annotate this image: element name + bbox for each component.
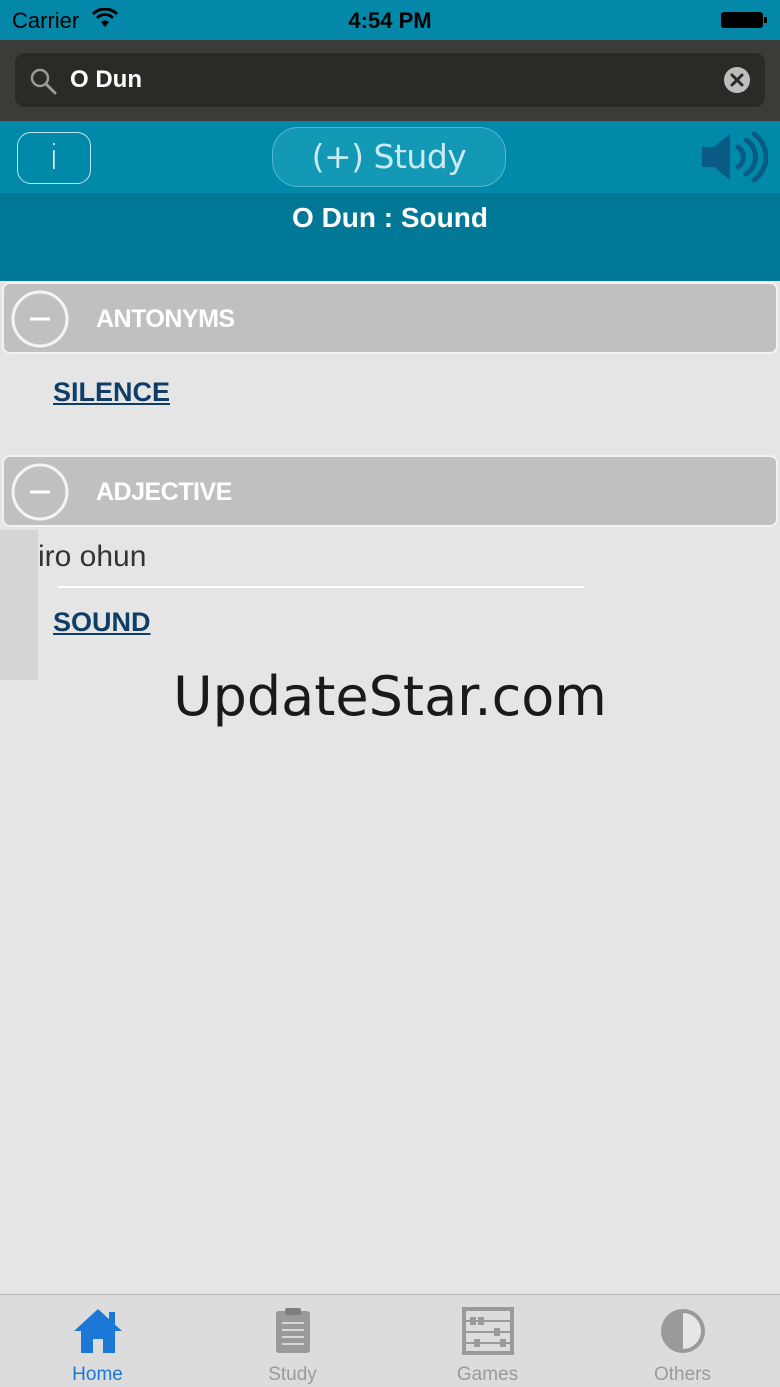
status-bar: Carrier 4:54 PM: [0, 0, 780, 40]
section-header-adjective[interactable]: ADJECTIVE: [2, 455, 778, 527]
clipboard-icon: [276, 1308, 310, 1353]
search-icon: [30, 68, 57, 95]
search-query[interactable]: O Dun: [70, 66, 142, 94]
tab-label: Study: [268, 1364, 317, 1385]
page-title: O Dun : Sound: [292, 202, 488, 233]
search-bar: O Dun: [0, 40, 780, 121]
watermark: UpdateStar.com: [173, 665, 607, 728]
speaker-icon[interactable]: [700, 131, 768, 183]
section-header-antonyms[interactable]: ANTONYMS: [2, 282, 778, 354]
tab-others[interactable]: Others: [585, 1295, 780, 1387]
collapse-icon[interactable]: [11, 463, 69, 521]
clock: 4:54 PM: [348, 8, 432, 33]
tab-study[interactable]: Study: [195, 1295, 390, 1387]
add-study-plan-button[interactable]: (+) Study Plan: [272, 127, 506, 234]
tab-label: Home: [72, 1364, 123, 1385]
home-icon: [74, 1309, 122, 1353]
info-button[interactable]: i: [17, 132, 91, 184]
tab-label: Others: [653, 1364, 712, 1385]
tab-label: Games: [456, 1364, 519, 1385]
side-strip: [0, 530, 38, 680]
tab-home[interactable]: Home: [0, 1295, 195, 1387]
abacus-icon: [462, 1307, 514, 1355]
half-circle-icon: [661, 1309, 705, 1353]
section-title: ADJECTIVE: [96, 478, 232, 506]
battery-icon: [721, 12, 767, 28]
tab-games[interactable]: Games: [390, 1295, 585, 1387]
section-title: ANTONYMS: [96, 305, 235, 333]
search-input[interactable]: O Dun: [15, 53, 765, 107]
translation-text: iro ohun: [38, 540, 147, 573]
word-link-silence[interactable]: SILENCE: [53, 377, 170, 408]
clear-icon[interactable]: [723, 66, 751, 94]
title-band: O Dun : Sound: [0, 193, 780, 281]
word-link-sound[interactable]: SOUND: [53, 607, 151, 638]
toolbar: i (+) Study Plan: [0, 121, 780, 234]
collapse-icon[interactable]: [11, 290, 69, 348]
divider: [58, 586, 584, 588]
tab-bar: Home Study Games Others: [0, 1294, 780, 1387]
